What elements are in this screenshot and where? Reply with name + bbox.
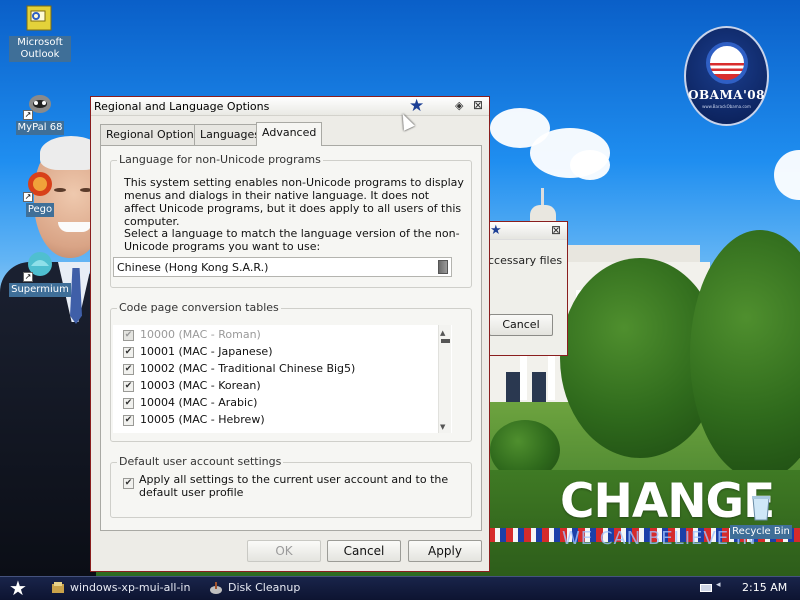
taskbar-item-label: windows-xp-mui-all-in xyxy=(70,581,191,594)
person-smile xyxy=(58,222,92,232)
disk-cleanup-icon xyxy=(209,581,223,595)
start-button[interactable]: ★ xyxy=(4,577,32,599)
desktop-icon-outlook[interactable]: Microsoft Outlook xyxy=(9,4,71,62)
shortcut-arrow-icon: ↗ xyxy=(23,192,33,202)
obama-campaign-logo: OBAMA'08 www.BarackObama.com xyxy=(684,26,769,126)
code-page-list[interactable]: ✔ 10000 (MAC - Roman) ✔ 10001 (MAC - Jap… xyxy=(113,325,452,433)
tab-advanced[interactable]: Advanced xyxy=(256,122,323,146)
non-unicode-description: This system setting enables non-Unicode … xyxy=(124,176,464,228)
pego-icon: ↗ xyxy=(23,170,55,202)
checkbox[interactable]: ✔ xyxy=(123,347,134,358)
dialog-titlebar[interactable]: Regional and Language Options ★ ◈ ⊠ xyxy=(91,96,489,116)
desktop-icon-label: Recycle Bin xyxy=(730,525,792,539)
campaign-emblem-icon xyxy=(706,42,748,84)
group-title: Language for non-Unicode programs xyxy=(117,153,323,166)
non-unicode-language-select[interactable]: Chinese (Hong Kong S.A.R.) xyxy=(113,257,452,277)
taskbar: ★ windows-xp-mui-all-in Disk Cleanup ◂ 2… xyxy=(0,576,800,600)
shortcut-arrow-icon: ↗ xyxy=(23,272,33,282)
close-icon[interactable]: ⊠ xyxy=(551,223,561,237)
code-page-label: 10002 (MAC - Traditional Chinese Big5) xyxy=(140,362,356,375)
background-dialog-titlebar[interactable]: ★ ⊠ xyxy=(488,222,567,240)
desktop-icon-label: Supermium xyxy=(9,283,71,297)
checkbox[interactable]: ✔ xyxy=(123,364,134,375)
desktop-icon-label: Pego xyxy=(25,203,55,217)
supermium-icon: ↗ xyxy=(23,250,55,282)
background-dialog[interactable]: ★ ⊠ ccessary files Cancel xyxy=(488,221,568,356)
apply-button[interactable]: Apply xyxy=(408,540,482,562)
selected-language: Chinese (Hong Kong S.A.R.) xyxy=(117,261,269,274)
group-title: Code page conversion tables xyxy=(117,301,281,314)
background-cancel-button[interactable]: Cancel xyxy=(489,314,553,336)
volume-icon[interactable]: ◂ xyxy=(716,580,721,590)
desktop-icon-mypal[interactable]: ↗ MyPal 68 xyxy=(9,88,71,135)
ok-button[interactable]: OK xyxy=(247,540,321,562)
logo-name: OBAMA'08 xyxy=(688,88,765,102)
taskbar-item-label: Disk Cleanup xyxy=(228,581,301,594)
code-page-label: 10001 (MAC - Japanese) xyxy=(140,345,273,358)
checkbox[interactable]: ✔ xyxy=(123,398,134,409)
keyboard-icon[interactable] xyxy=(700,584,712,592)
code-page-label: 10000 (MAC - Roman) xyxy=(140,328,261,341)
white-house-window xyxy=(506,372,520,402)
taskbar-item-installer[interactable]: windows-xp-mui-all-in xyxy=(48,579,194,598)
background-dialog-message: ccessary files xyxy=(488,254,563,267)
regional-language-options-dialog[interactable]: Regional and Language Options ★ ◈ ⊠ Regi… xyxy=(90,96,490,572)
scroll-thumb[interactable] xyxy=(441,339,450,343)
dialog-title: Regional and Language Options xyxy=(94,100,270,113)
cancel-button[interactable]: Cancel xyxy=(327,540,401,562)
code-page-label: 10005 (MAC - Hebrew) xyxy=(140,413,265,426)
clock[interactable]: 2:15 AM xyxy=(742,581,787,594)
desktop-icon-label: MyPal 68 xyxy=(15,121,65,135)
tab-regional-options[interactable]: Regional Options xyxy=(100,124,206,145)
non-unicode-prompt: Select a language to match the language … xyxy=(124,227,460,253)
star-icon: ★ xyxy=(409,96,425,116)
checkbox[interactable]: ✔ xyxy=(123,478,134,489)
help-icon[interactable]: ◈ xyxy=(455,99,463,112)
checkbox[interactable]: ✔ xyxy=(123,415,134,426)
taskbar-item-disk-cleanup[interactable]: Disk Cleanup xyxy=(206,579,346,598)
shortcut-arrow-icon: ↗ xyxy=(23,110,33,120)
cloud xyxy=(570,150,610,180)
desktop-icon-pego[interactable]: ↗ Pego xyxy=(9,170,71,217)
group-title: Default user account settings xyxy=(117,455,284,468)
close-icon[interactable]: ⊠ xyxy=(473,98,483,112)
checkbox[interactable]: ✔ xyxy=(123,330,134,341)
wallpaper-tagline: WE CAN BELIEVE IN xyxy=(562,528,757,549)
scroll-down-icon[interactable]: ▼ xyxy=(440,423,445,431)
code-page-scrollbar[interactable]: ▲ ▼ xyxy=(438,325,451,433)
white-house-window xyxy=(532,372,546,402)
checkbox[interactable]: ✔ xyxy=(123,381,134,392)
system-tray: ◂ 2:15 AM xyxy=(690,577,800,600)
star-icon: ★ xyxy=(490,223,502,238)
outlook-icon xyxy=(25,4,55,34)
code-page-label: 10004 (MAC - Arabic) xyxy=(140,396,258,409)
apply-default-user-label: Apply all settings to the current user a… xyxy=(139,473,449,499)
desktop-icon-recycle-bin[interactable]: Recycle Bin xyxy=(730,492,792,539)
recycle-bin-icon xyxy=(746,492,776,522)
mypal-icon: ↗ xyxy=(23,88,55,120)
desktop-icon-supermium[interactable]: ↗ Supermium xyxy=(9,250,71,297)
code-page-label: 10003 (MAC - Korean) xyxy=(140,379,261,392)
logo-url: www.BarackObama.com xyxy=(702,104,751,109)
installer-icon xyxy=(51,581,65,595)
desktop-icon-label: Microsoft Outlook xyxy=(9,36,71,62)
dropdown-arrow-icon[interactable] xyxy=(438,260,448,274)
scroll-up-icon[interactable]: ▲ xyxy=(440,329,445,337)
cloud xyxy=(774,150,800,200)
